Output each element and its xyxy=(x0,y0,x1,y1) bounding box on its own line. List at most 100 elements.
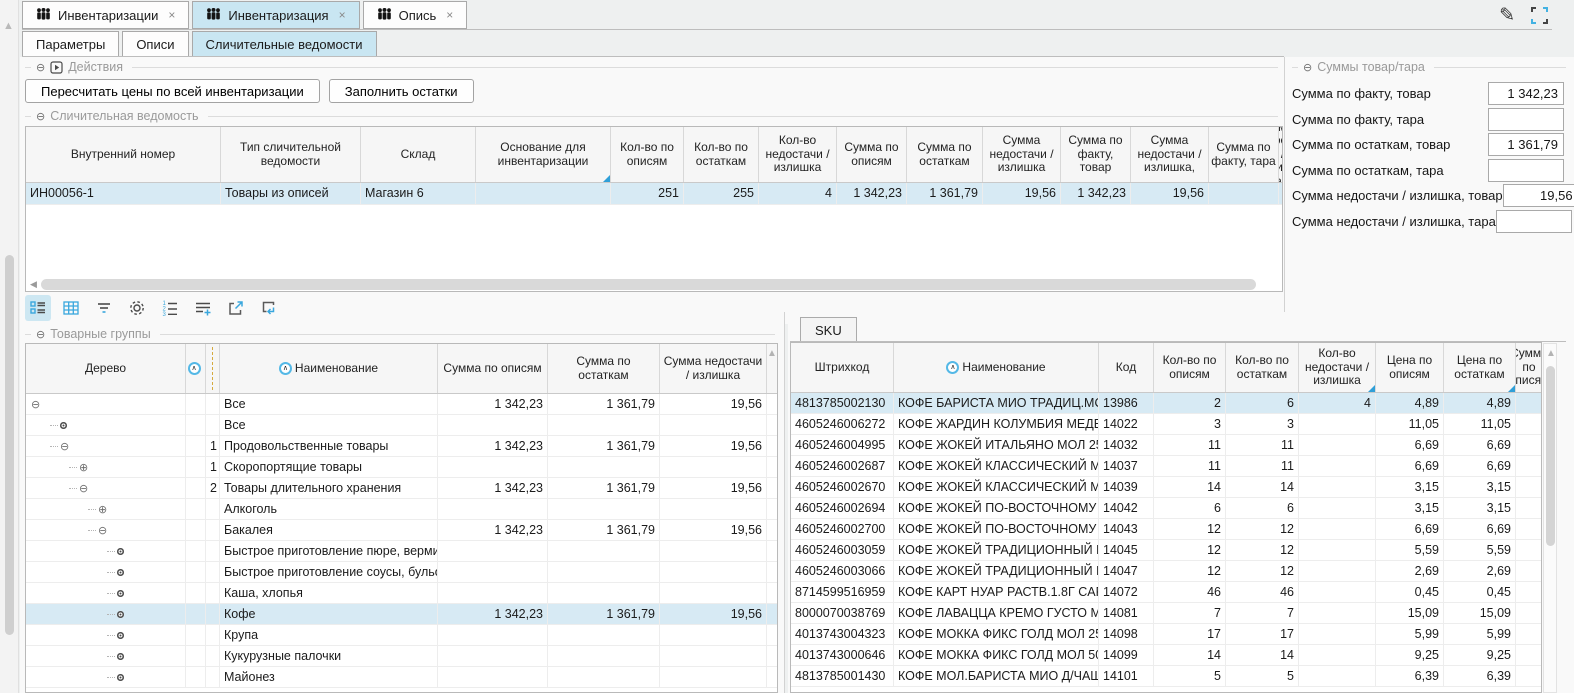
column-header[interactable]: Сумма недостачи / излишка xyxy=(983,127,1061,182)
tree-row[interactable]: Каша, хлопья xyxy=(26,583,777,604)
groups-vscrollbar[interactable]: ▲ xyxy=(765,344,778,692)
table-row[interactable]: ИН00056-1Товары из описейМагазин 6251255… xyxy=(26,183,1282,205)
collapse-icon[interactable]: ⊖ xyxy=(1303,62,1312,73)
column-header[interactable]: Цена по остаткам xyxy=(1444,343,1516,392)
column-header[interactable]: Внутренний номер xyxy=(26,127,221,182)
sums-field-input[interactable] xyxy=(1496,210,1572,233)
tree-cell[interactable]: ⊖ xyxy=(26,520,186,540)
table-row[interactable]: 4013743004323КОФЕ МОККА ФИКС ГОЛД МОЛ 25… xyxy=(791,624,1541,645)
tree-cell[interactable] xyxy=(26,541,186,561)
tree-cell[interactable] xyxy=(26,667,186,687)
filter-icon[interactable] xyxy=(91,295,117,321)
tree-cell[interactable] xyxy=(26,583,186,603)
tab-sku[interactable]: SKU xyxy=(800,317,857,342)
tree-cell[interactable] xyxy=(26,604,186,624)
tree-row[interactable]: ⊖1Продовольственные товары1 342,231 361,… xyxy=(26,436,777,457)
sums-field-input[interactable] xyxy=(1488,133,1564,156)
table-row[interactable]: 4605246006272КОФЕ ЖАРДИН КОЛУМБИЯ МЕДЕЛ.… xyxy=(791,414,1541,435)
run-action-icon[interactable] xyxy=(50,61,63,74)
numbered-list-icon[interactable]: 123 xyxy=(157,295,183,321)
sums-field-input[interactable] xyxy=(1488,159,1564,182)
tree-row[interactable]: Крупа xyxy=(26,625,777,646)
tree-cell[interactable]: ⊖ xyxy=(26,478,186,498)
tab-close-icon[interactable]: × xyxy=(446,8,453,22)
list-view-icon[interactable] xyxy=(25,295,51,321)
scroll-up-icon[interactable]: ▲ xyxy=(767,348,777,359)
tree-row[interactable]: ⊕Алкоголь xyxy=(26,499,777,520)
column-header[interactable]: Кол-во недостачи / излишка xyxy=(759,127,837,182)
tree-cell[interactable] xyxy=(26,646,186,666)
table-row[interactable]: 4605246002687КОФЕ ЖОКЕЙ КЛАССИЧЕСКИЙ МО.… xyxy=(791,456,1541,477)
tree-cell[interactable]: ⊖ xyxy=(26,394,186,414)
table-row[interactable]: 4605246003059КОФЕ ЖОКЕЙ ТРАДИЦИОННЫЙ МО1… xyxy=(791,540,1541,561)
table-row[interactable]: 4605246003066КОФЕ ЖОКЕЙ ТРАДИЦИОННЫЙ МО1… xyxy=(791,561,1541,582)
column-header[interactable]: Кол-во по остаткам xyxy=(684,127,759,182)
settings-gear-icon[interactable] xyxy=(124,295,150,321)
table-row[interactable]: 4605246002700КОФЕ ЖОКЕЙ ПО-ВОСТОЧНОМУ М1… xyxy=(791,519,1541,540)
column-header[interactable]: Цена по описям xyxy=(1376,343,1444,392)
refresh-icon[interactable] xyxy=(256,295,282,321)
add-to-list-icon[interactable] xyxy=(190,295,216,321)
subtab-1[interactable]: Параметры xyxy=(22,31,119,57)
tab-1[interactable]: Инвентаризации× xyxy=(22,1,189,29)
tree-cell[interactable]: ⊕ xyxy=(26,457,186,477)
table-row[interactable]: 8714599516959КОФЕ КАРТ НУАР РАСТВ.1.8Г C… xyxy=(791,582,1541,603)
subtab-2[interactable]: Описи xyxy=(122,31,188,57)
tree-cell[interactable] xyxy=(26,562,186,582)
column-header[interactable]: Штрихкод xyxy=(791,343,894,392)
tree-row[interactable]: Кукурузные палочки xyxy=(26,646,777,667)
tree-row[interactable]: Кофе1 342,231 361,7919,56 xyxy=(26,604,777,625)
tree-row[interactable]: ⊖Все1 342,231 361,7919,56 xyxy=(26,394,777,415)
column-header[interactable]: Сумма недостачи / излишка xyxy=(660,344,767,393)
column-header[interactable]: Кол-во недостачи / излишка xyxy=(1299,343,1376,392)
column-header[interactable]: Сумма по описям xyxy=(837,127,907,182)
column-header[interactable]: ∧ xyxy=(186,344,206,393)
table-row[interactable]: 8000070038769КОФЕ ЛАВАЦЦА КРЕМО ГУСТО МО… xyxy=(791,603,1541,624)
column-header[interactable]: Сумма по остаткам xyxy=(907,127,983,182)
hscroll-thumb[interactable] xyxy=(41,279,1256,290)
tree-row[interactable]: Все xyxy=(26,415,777,436)
column-header[interactable]: Сумма по описям xyxy=(1516,343,1542,392)
column-header[interactable]: Сумма по остаткам xyxy=(548,344,660,393)
column-header[interactable]: ∧Наименование xyxy=(894,343,1099,392)
column-header[interactable]: Сумма по факту, товар xyxy=(1061,127,1131,182)
column-header[interactable]: Основание для инвентаризации xyxy=(476,127,611,182)
collapse-icon[interactable]: ⊖ xyxy=(36,62,45,73)
table-row[interactable]: 4605246004995КОФЕ ЖОКЕЙ ИТАЛЬЯНО МОЛ 250… xyxy=(791,435,1541,456)
column-header[interactable]: Дерево xyxy=(26,344,186,393)
column-header[interactable]: Кол-во по описям xyxy=(611,127,684,182)
column-header[interactable]: Сумма по факту, тара xyxy=(1209,127,1279,182)
vscroll-thumb[interactable] xyxy=(1546,366,1555,546)
grid-view-icon[interactable] xyxy=(58,295,84,321)
collapse-icon[interactable]: ⊖ xyxy=(36,329,45,340)
action-button-2[interactable]: Заполнить остатки xyxy=(329,79,474,103)
tab-2[interactable]: Инвентаризация× xyxy=(192,1,359,29)
tree-cell[interactable]: ⊕ xyxy=(26,499,186,519)
table-row[interactable]: 4013743000646КОФЕ МОККА ФИКС ГОЛД МОЛ 50… xyxy=(791,645,1541,666)
scrollbar-thumb[interactable] xyxy=(5,255,14,635)
scroll-up-icon[interactable]: ▲ xyxy=(1546,348,1556,359)
column-header[interactable]: Кол-во по описям xyxy=(1154,343,1226,392)
window-vertical-scrollbar[interactable]: ▲ xyxy=(0,0,19,693)
sums-field-input[interactable] xyxy=(1488,82,1564,105)
table-row[interactable]: 4605246002694КОФЕ ЖОКЕЙ ПО-ВОСТОЧНОМУ М1… xyxy=(791,498,1541,519)
fullscreen-icon[interactable] xyxy=(1531,7,1548,24)
tree-collapse-icon[interactable]: ⊖ xyxy=(79,483,88,494)
edit-pencil-icon[interactable]: ✎ xyxy=(1499,4,1515,27)
tab-close-icon[interactable]: × xyxy=(168,8,175,22)
tree-cell[interactable]: ⊖ xyxy=(26,436,186,456)
sort-ascending-icon[interactable]: ∧ xyxy=(188,362,201,375)
sums-field-input[interactable] xyxy=(1503,184,1574,207)
table-row[interactable]: 4813785001430КОФЕ МОЛ.БАРИСТА МИО Д/ЧАШК… xyxy=(791,666,1541,687)
statement-hscrollbar[interactable]: ◀ xyxy=(30,278,1278,291)
column-splitter[interactable] xyxy=(212,347,213,390)
tab-3[interactable]: Опись× xyxy=(363,1,468,29)
tree-row[interactable]: Быстрое приготовление пюре, вермиш xyxy=(26,541,777,562)
tree-row[interactable]: Майонез xyxy=(26,667,777,688)
tree-collapse-icon[interactable]: ⊖ xyxy=(98,525,107,536)
column-header[interactable]: Склад xyxy=(361,127,476,182)
column-header[interactable]: Сумма по описям xyxy=(438,344,548,393)
action-button-1[interactable]: Пересчитать цены по всей инвентаризации xyxy=(25,79,320,103)
tree-cell[interactable] xyxy=(26,625,186,645)
open-external-icon[interactable] xyxy=(223,295,249,321)
